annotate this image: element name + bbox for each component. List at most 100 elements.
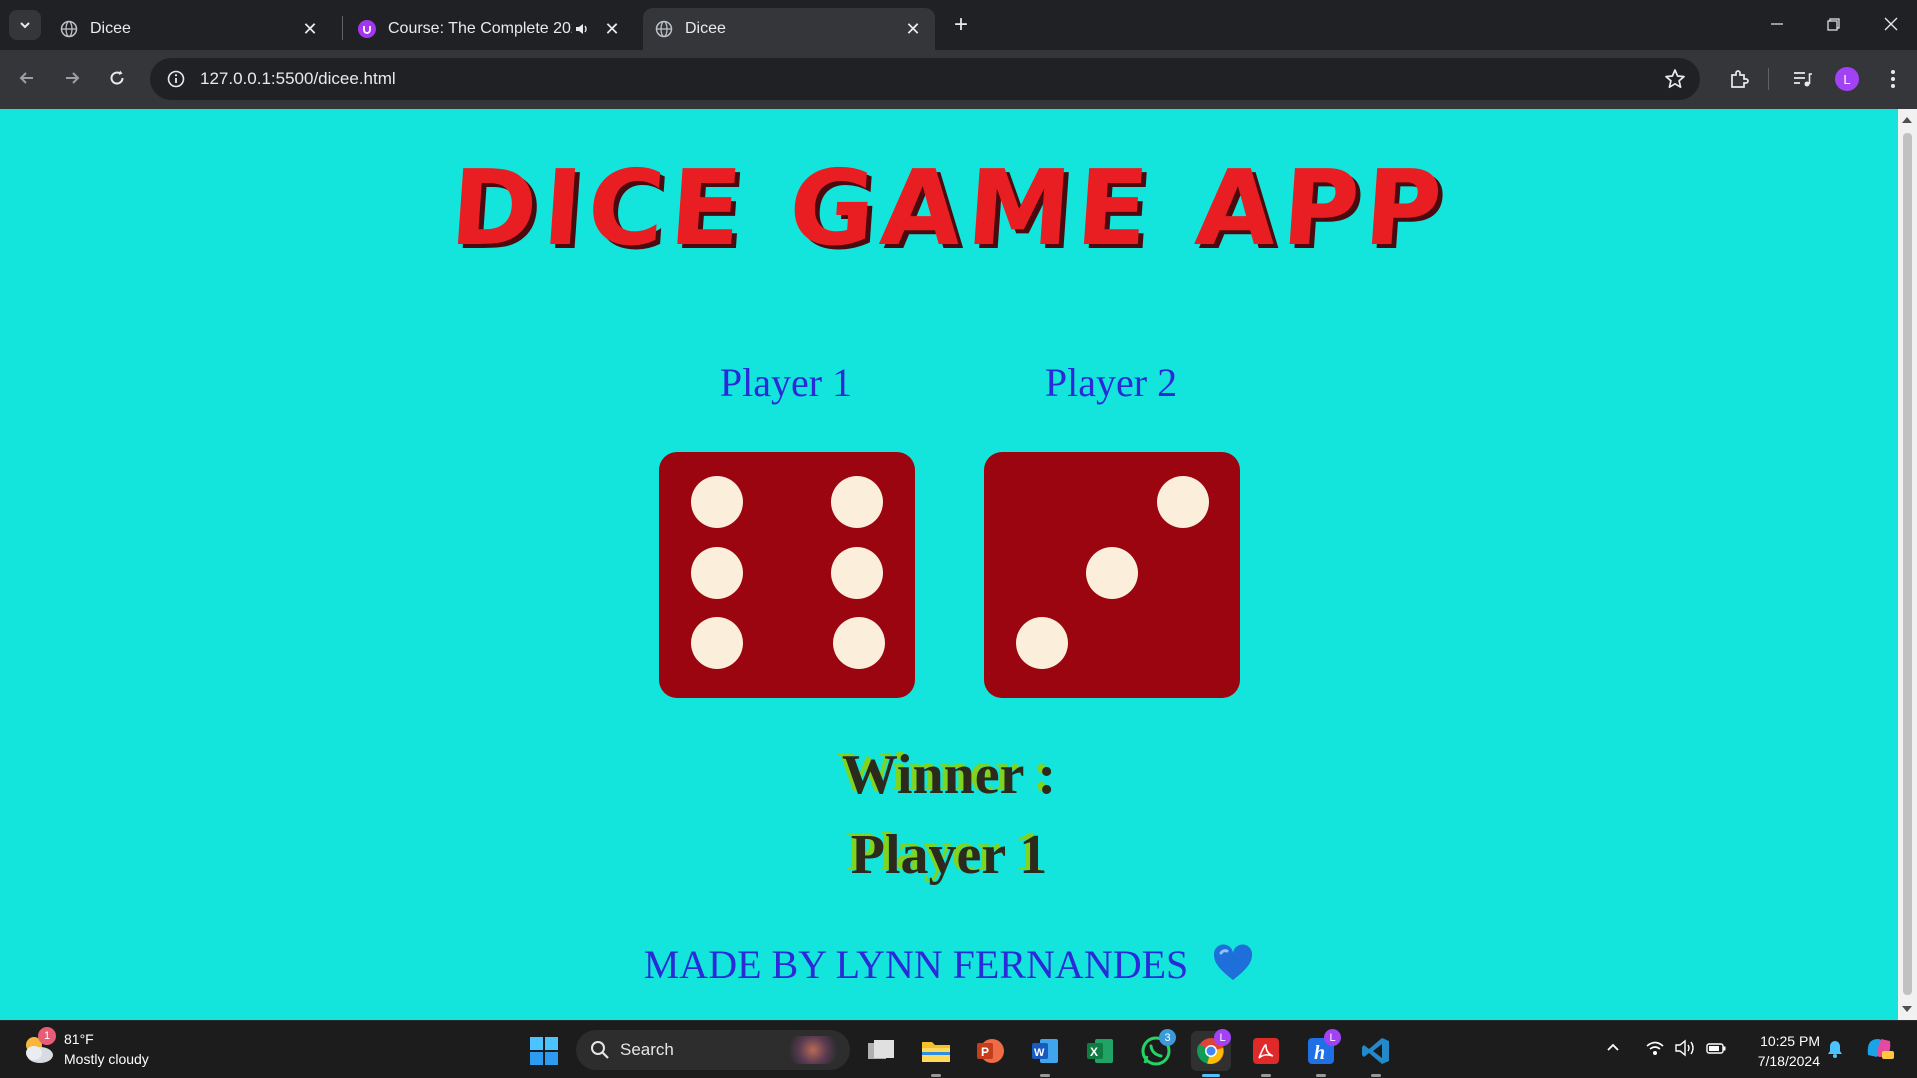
page-scrollbar[interactable]: [1898, 109, 1917, 1020]
menu-dots-icon[interactable]: [1878, 64, 1908, 94]
scrollbar-thumb[interactable]: [1903, 133, 1912, 995]
minimize-icon: [1771, 23, 1783, 25]
whatsapp-button[interactable]: 3: [1136, 1029, 1176, 1071]
die-pip: [1157, 476, 1209, 528]
globe-icon: [655, 20, 673, 38]
cloud-sun-icon: 1: [20, 1027, 56, 1067]
tab-separator: [342, 16, 343, 40]
tab-title: Course: The Complete 2024: [388, 20, 572, 37]
scroll-up-arrow-icon[interactable]: [1902, 117, 1912, 123]
search-highlight-image: [786, 1036, 840, 1064]
udemy-icon: [358, 20, 376, 38]
site-info-icon[interactable]: [156, 58, 196, 100]
bookmark-star-icon[interactable]: [1664, 68, 1686, 95]
arrow-right-icon: [66, 72, 80, 84]
battery-icon[interactable]: [1705, 1039, 1727, 1057]
copilot-icon[interactable]: [1864, 1035, 1894, 1061]
tab-search-button[interactable]: [9, 10, 41, 40]
word-icon: W: [1032, 1039, 1058, 1063]
tab-course[interactable]: Course: The Complete 2024 ✕: [346, 8, 634, 50]
die-pip: [691, 617, 743, 669]
profile-avatar[interactable]: L: [1835, 67, 1859, 91]
notification-bell-icon[interactable]: [1826, 1039, 1844, 1059]
h-app-badge: L: [1324, 1029, 1341, 1046]
scroll-down-arrow-icon[interactable]: [1902, 1006, 1912, 1012]
tab-dicee-active[interactable]: Dicee ✕: [643, 8, 935, 50]
tray-overflow-icon[interactable]: [1605, 1039, 1621, 1055]
powerpoint-icon: P: [977, 1039, 1004, 1063]
restore-button[interactable]: [1810, 8, 1856, 40]
reload-button[interactable]: [101, 62, 133, 94]
excel-icon: X: [1087, 1039, 1113, 1063]
svg-text:W: W: [1034, 1047, 1045, 1059]
powerpoint-button[interactable]: P: [970, 1031, 1010, 1071]
die-pip: [691, 547, 743, 599]
close-icon: [1884, 17, 1898, 31]
credit-text: MADE BY LYNN FERNANDES: [643, 942, 1189, 987]
acrobat-icon: [1253, 1038, 1279, 1064]
vscode-button[interactable]: [1356, 1031, 1396, 1077]
tab-dicee-1[interactable]: Dicee ✕: [48, 8, 332, 50]
volume-icon[interactable]: [1674, 1039, 1696, 1057]
page-content: DICE GAME APP Player 1 Player 2 Winner :…: [0, 109, 1898, 1020]
weather-widget[interactable]: 1 81°F Mostly cloudy: [20, 1027, 149, 1069]
address-bar[interactable]: 127.0.0.1:5500/dicee.html: [150, 58, 1700, 100]
die-pip: [831, 547, 883, 599]
taskbar-clock[interactable]: 10:25 PM 7/18/2024: [1740, 1031, 1820, 1071]
taskbar-search[interactable]: Search: [576, 1030, 850, 1070]
search-label: Search: [620, 1040, 674, 1059]
close-icon[interactable]: ✕: [602, 19, 622, 39]
word-button[interactable]: W: [1025, 1031, 1065, 1077]
blue-heart-icon: [1212, 944, 1254, 992]
die-pip: [831, 476, 883, 528]
minimize-button[interactable]: [1754, 8, 1800, 40]
clock-date: 7/18/2024: [1757, 1053, 1820, 1069]
close-icon[interactable]: ✕: [300, 19, 320, 39]
footer-credit: MADE BY LYNN FERNANDES: [0, 941, 1898, 992]
windows-taskbar: 1 81°F Mostly cloudy Search P W X 3 L h …: [0, 1020, 1917, 1078]
toolbar-divider: [1768, 68, 1769, 90]
browser-toolbar: 127.0.0.1:5500/dicee.html: [0, 50, 1917, 109]
wifi-icon[interactable]: [1645, 1039, 1665, 1057]
speaker-icon[interactable]: [572, 19, 592, 39]
die-pip: [833, 617, 885, 669]
url-text: 127.0.0.1:5500/dicee.html: [200, 69, 396, 88]
die-pip: [691, 476, 743, 528]
task-view-button[interactable]: [861, 1031, 901, 1071]
winner-name: Player 1: [850, 824, 1048, 886]
chrome-button[interactable]: L: [1191, 1029, 1231, 1077]
acrobat-button[interactable]: [1246, 1031, 1286, 1077]
extensions-icon[interactable]: [1724, 64, 1754, 94]
chevron-down-icon: [20, 22, 30, 29]
tab-strip: Dicee ✕ Course: The Complete 2024 ✕ Dice…: [0, 0, 1917, 50]
weather-temp: 81°F: [64, 1031, 94, 1047]
task-view-icon: [868, 1040, 894, 1059]
clock-time: 10:25 PM: [1760, 1033, 1820, 1049]
close-icon[interactable]: ✕: [903, 19, 923, 39]
back-button[interactable]: [11, 62, 43, 94]
page-title: DICE GAME APP: [446, 147, 1452, 269]
excel-button[interactable]: X: [1080, 1031, 1120, 1071]
tab-title: Dicee: [90, 20, 131, 37]
new-tab-button[interactable]: +: [948, 11, 974, 38]
windows-logo-icon: [530, 1037, 558, 1065]
restore-icon: [1826, 17, 1840, 31]
player-1-label: Player 1: [719, 360, 853, 405]
svg-text:h: h: [1314, 1042, 1325, 1064]
whatsapp-badge: 3: [1159, 1029, 1176, 1046]
die-pip: [1086, 547, 1138, 599]
svg-text:X: X: [1090, 1045, 1098, 1059]
vscode-icon: [1362, 1038, 1389, 1064]
winner-heading: Winner :: [841, 744, 1057, 806]
media-control-icon[interactable]: [1787, 64, 1817, 94]
weather-badge: 1: [38, 1027, 56, 1045]
folder-icon: [922, 1042, 950, 1062]
file-explorer-button[interactable]: [916, 1031, 956, 1077]
close-window-button[interactable]: [1868, 8, 1914, 40]
forward-button[interactable]: [56, 62, 88, 94]
h-app-button[interactable]: h L: [1301, 1029, 1341, 1077]
globe-icon: [60, 20, 78, 38]
start-button[interactable]: [524, 1031, 564, 1071]
player-2-label: Player 2: [1044, 360, 1178, 405]
reload-icon: [110, 70, 124, 85]
